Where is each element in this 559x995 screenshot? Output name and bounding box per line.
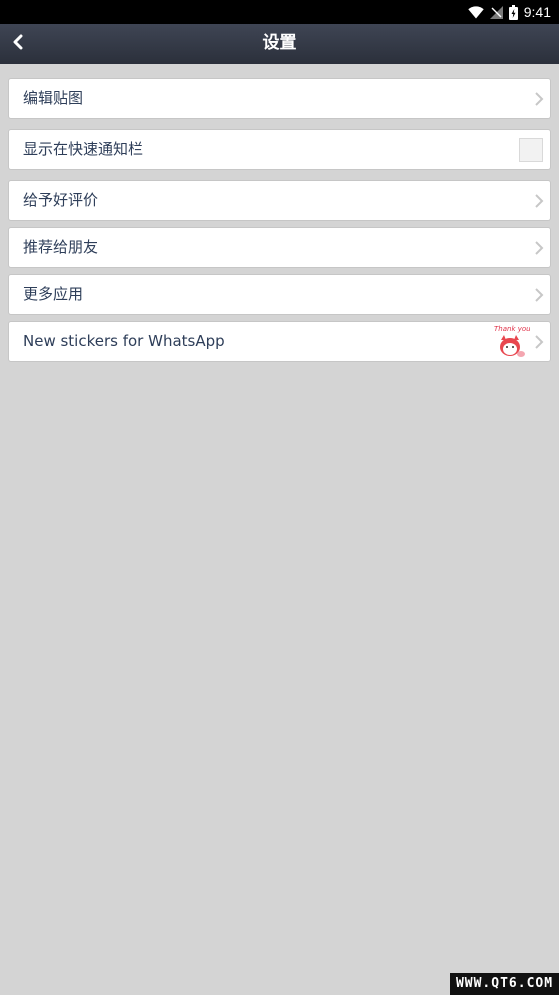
app-bar: 设置 — [0, 24, 559, 64]
settings-item-label: 给予好评价 — [23, 191, 99, 209]
status-icons: 9:41 — [468, 0, 551, 24]
settings-list: 编辑贴图 显示在快速通知栏 给予好评价 推荐给朋友 更多应用 New stick… — [8, 78, 551, 372]
settings-item-label: 编辑贴图 — [23, 89, 84, 107]
settings-item-rate-app[interactable]: 给予好评价 — [8, 180, 551, 221]
chevron-right-icon — [534, 334, 544, 350]
sticker-thumbnail: Thank you — [492, 323, 531, 361]
status-time: 9:41 — [523, 4, 551, 20]
wifi-icon — [468, 5, 484, 19]
settings-item-show-in-notification-bar[interactable]: 显示在快速通知栏 — [8, 129, 551, 170]
notification-bar-checkbox[interactable] — [519, 138, 543, 162]
chevron-right-icon — [534, 287, 544, 303]
no-signal-icon — [489, 5, 503, 19]
settings-item-label: 显示在快速通知栏 — [23, 140, 144, 158]
settings-item-more-apps[interactable]: 更多应用 — [8, 274, 551, 315]
page-title: 设置 — [262, 33, 297, 53]
chevron-right-icon — [534, 193, 544, 209]
settings-item-label: 更多应用 — [23, 285, 84, 303]
svg-text:Thank you: Thank you — [494, 325, 530, 333]
settings-item-new-stickers-whatsapp[interactable]: New stickers for WhatsApp Thank you — [8, 321, 551, 362]
settings-item-label: 推荐给朋友 — [23, 238, 99, 256]
settings-item-recommend-to-friends[interactable]: 推荐给朋友 — [8, 227, 551, 268]
watermark: WWW.QT6.COM — [450, 973, 559, 995]
settings-item-label: New stickers for WhatsApp — [23, 332, 225, 350]
chevron-right-icon — [534, 91, 544, 107]
battery-charging-icon — [508, 4, 518, 20]
settings-item-edit-stickers[interactable]: 编辑贴图 — [8, 78, 551, 119]
status-bar: 9:41 — [0, 0, 559, 24]
chevron-right-icon — [534, 240, 544, 256]
